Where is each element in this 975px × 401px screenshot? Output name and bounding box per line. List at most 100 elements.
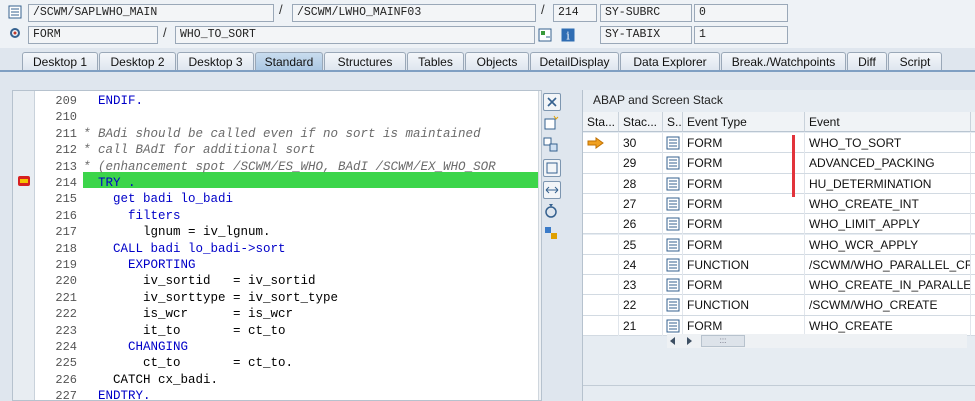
replace-tool-button[interactable] [543, 137, 561, 155]
scroll-left-icon[interactable] [669, 337, 677, 345]
services-tool-button[interactable] [543, 203, 561, 221]
code-block-icon [666, 177, 680, 191]
swap-tool-button[interactable] [543, 181, 561, 199]
line-number: 225 [55, 356, 77, 371]
settings-gear-icon[interactable] [8, 26, 22, 40]
code-line: get badi lo_badi [83, 192, 234, 207]
new-tool-button[interactable] [543, 115, 561, 133]
event-name-cell[interactable]: ADVANCED_PACKING [805, 153, 971, 174]
event-type-field[interactable]: FORM [28, 26, 158, 44]
tab-tables[interactable]: Tables [407, 52, 464, 71]
settings-tool-button[interactable] [543, 225, 561, 243]
tab-desktop-2[interactable]: Desktop 2 [99, 52, 176, 71]
code-line: is_wcr = is_wcr [83, 307, 294, 322]
stack-level-cell: 27 [619, 193, 663, 214]
stack-row[interactable]: 27 FORM WHO_CREATE_INT/ [583, 193, 975, 215]
structure-icon[interactable] [538, 28, 552, 42]
tab-standard[interactable]: Standard [255, 52, 323, 71]
col-header-event-type[interactable]: Event Type [683, 112, 805, 132]
stack-level-cell: 25 [619, 234, 663, 255]
code-block-icon [666, 197, 680, 211]
stack-status-cell [583, 193, 619, 214]
event-type-cell: FORM [666, 173, 805, 194]
include-field[interactable]: /SCWM/LWHO_MAINF03 [292, 4, 536, 22]
stack-level-cell: 29 [619, 153, 663, 174]
var1-name-field[interactable]: SY-SUBRC [600, 4, 692, 22]
stack-title: ABAP and Screen Stack [593, 93, 723, 107]
stack-row[interactable]: 29 FORM ADVANCED_PACKING/ [583, 153, 975, 174]
scroll-thumb[interactable]: ::: [701, 335, 745, 347]
var1-value-field[interactable]: 0 [694, 4, 788, 22]
code-line: it_to = ct_to [83, 323, 286, 338]
line-number: 215 [55, 192, 77, 207]
maximize-icon [546, 162, 558, 174]
tab-objects[interactable]: Objects [465, 52, 529, 71]
line-number: 223 [55, 323, 77, 338]
scroll-up-icon[interactable] [540, 93, 542, 103]
col-header-s[interactable]: S.. [663, 112, 683, 132]
scroll-right-icon[interactable] [685, 337, 693, 345]
stack-row[interactable]: 24 FUNCTION/SCWM/WHO_PARALLEL_CRE.../ [583, 254, 975, 276]
tab-data-explorer[interactable]: Data Explorer [620, 52, 720, 71]
breakpoint-gutter[interactable] [13, 91, 35, 400]
replace-tool-icon [543, 137, 558, 152]
tab-breakpoints[interactable]: Break./Watchpoints [721, 52, 846, 71]
event-name-cell[interactable]: WHO_CREATE_IN_PARALLEL [805, 275, 971, 296]
var2-value-field[interactable]: 1 [694, 26, 788, 44]
col-header-event[interactable]: Event [805, 112, 971, 132]
event-name-cell[interactable]: WHO_LIMIT_APPLY [805, 214, 971, 235]
tab-detail-display[interactable]: DetailDisplay [530, 52, 619, 71]
line-number: 226 [55, 372, 77, 387]
program-field[interactable]: /SCWM/SAPLWHO_MAIN [28, 4, 274, 22]
tab-desktop-1[interactable]: Desktop 1 [22, 52, 98, 71]
line-number: 224 [55, 340, 77, 354]
stack-row[interactable]: 21 FORM WHO_CREATE/ [583, 315, 975, 336]
close-tool-button[interactable] [543, 93, 561, 111]
line-number: 220 [55, 274, 77, 289]
info-icon[interactable]: i [561, 28, 575, 42]
stack-status-cell [583, 315, 619, 336]
code-vertical-scrollbar[interactable] [538, 91, 542, 400]
tab-script[interactable]: Script [888, 52, 942, 71]
tab-desktop-3[interactable]: Desktop 3 [177, 52, 254, 71]
stack-row[interactable]: 30 FORM WHO_TO_SORT/ [583, 133, 975, 154]
event-type-cell: FORM [666, 234, 805, 255]
var2-name-field[interactable]: SY-TABIX [600, 26, 692, 44]
event-name-cell[interactable]: /SCWM/WHO_CREATE [805, 295, 971, 316]
stack-row[interactable]: 22 FUNCTION/SCWM/WHO_CREATE/ [583, 295, 975, 316]
event-name-cell[interactable]: WHO_WCR_APPLY [805, 234, 971, 255]
event-name-cell[interactable]: WHO_CREATE_INT [805, 193, 971, 214]
stack-row[interactable]: 28 FORM HU_DETERMINATION/ [583, 173, 975, 194]
stack-status-cell [583, 153, 619, 174]
stack-row[interactable]: 23 FORM WHO_CREATE_IN_PARALLEL/ [583, 275, 975, 296]
event-name-cell[interactable]: HU_DETERMINATION [805, 173, 971, 194]
maximize-tool-button[interactable] [543, 159, 561, 177]
event-type-cell: FORM [666, 315, 805, 336]
stack-row[interactable]: 25 FORM WHO_WCR_APPLY/ [583, 234, 975, 255]
code-line: TRY . [83, 176, 136, 190]
source-code-panel[interactable]: 209 210 211 212 213 214 215 216 217 218 … [12, 90, 542, 401]
col-header-stack-level[interactable]: Stac... [619, 112, 663, 132]
stack-horizontal-scrollbar[interactable]: ::: [667, 334, 967, 348]
stack-status-cell [583, 254, 619, 275]
stack-level-cell: 28 [619, 173, 663, 194]
tab-diff[interactable]: Diff [847, 52, 887, 71]
code-line: CATCH cx_badi. [83, 372, 219, 387]
line-number: 217 [55, 225, 77, 240]
stack-status-cell [583, 173, 619, 194]
event-name-field[interactable]: WHO_TO_SORT [175, 26, 535, 44]
col-header-status[interactable]: Sta... [583, 112, 619, 132]
col-header-program[interactable]: P [971, 112, 975, 132]
tab-structures[interactable]: Structures [324, 52, 406, 71]
scroll-down-icon[interactable] [540, 113, 542, 123]
line-field[interactable]: 214 [553, 4, 597, 22]
line-number: 211 [55, 126, 77, 141]
debugger-header: /SCWM/SAPLWHO_MAIN / /SCWM/LWHO_MAINF03 … [0, 0, 975, 48]
code-line: * call BAdI for additional sort [83, 143, 316, 158]
event-name-cell[interactable]: WHO_CREATE [805, 315, 971, 336]
lower-pane-divider [583, 385, 975, 386]
event-name-cell[interactable]: WHO_TO_SORT [805, 133, 971, 153]
event-name-cell[interactable]: /SCWM/WHO_PARALLEL_CRE... [805, 254, 971, 275]
stack-row[interactable]: 26 FORM WHO_LIMIT_APPLY/ [583, 214, 975, 235]
code-block-icon [666, 258, 680, 272]
